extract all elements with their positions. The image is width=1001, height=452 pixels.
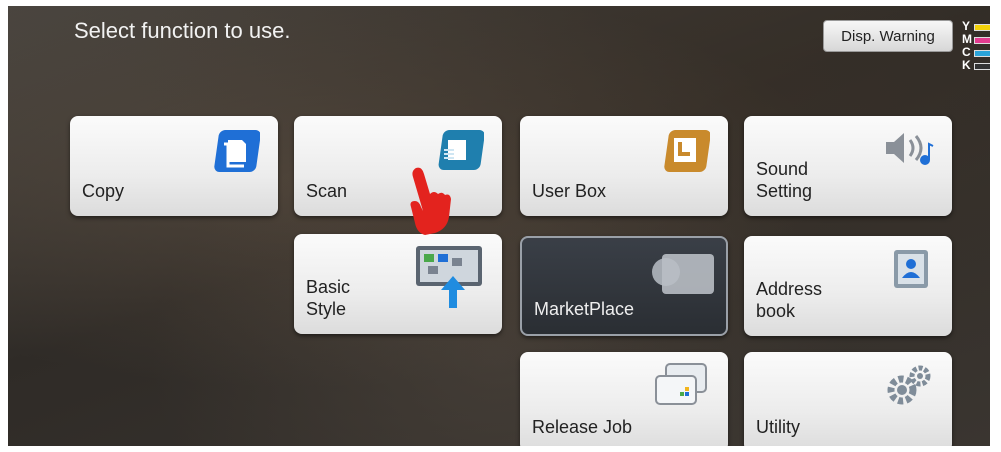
touch-screen: Select function to use. Disp. Warning Y … [8, 6, 990, 446]
speaker-icon [886, 133, 934, 165]
toner-letter: M [962, 32, 972, 46]
disp-warning-button[interactable]: Disp. Warning [823, 20, 953, 52]
gear-icon [887, 365, 931, 405]
toner-letter: C [962, 45, 971, 59]
scan-label: Scan [306, 181, 348, 201]
copy-icon [214, 130, 260, 172]
sound-setting-button[interactable]: Sound Setting [744, 116, 952, 216]
marketplace-label: MarketPlace [534, 299, 635, 319]
user-box-button[interactable]: User Box [520, 116, 728, 216]
basic-style-icon [416, 246, 482, 308]
copy-button[interactable]: Copy [70, 116, 278, 216]
sound-setting-label: Sound Setting [756, 159, 813, 201]
toner-bar-m [974, 37, 990, 44]
copy-label: Copy [82, 181, 125, 201]
basic-style-button[interactable]: Basic Style [294, 234, 502, 334]
utility-button[interactable]: Utility [744, 352, 952, 446]
toner-bar-y [974, 24, 990, 31]
address-book-label: Address book [756, 279, 823, 321]
marketplace-button[interactable]: MarketPlace [520, 236, 728, 336]
scan-button[interactable]: Scan [294, 116, 502, 216]
page-title: Select function to use. [74, 18, 291, 43]
utility-label: Utility [756, 417, 800, 437]
toner-k: K [960, 58, 990, 73]
release-job-button[interactable]: Release Job [520, 352, 728, 446]
user-box-label: User Box [532, 181, 607, 201]
pointing-hand-icon [410, 167, 451, 235]
address-book-button[interactable]: Address book [744, 236, 952, 336]
toner-bar-k [974, 63, 990, 70]
toner-indicator: Y M C K [960, 19, 990, 78]
release-job-label: Release Job [532, 417, 633, 437]
user-box-icon [664, 130, 710, 172]
marketplace-icon [652, 254, 714, 294]
toner-bar-c [974, 50, 990, 57]
release-job-icon [655, 363, 707, 405]
basic-style-label: Basic Style [306, 277, 351, 319]
address-book-icon [894, 250, 928, 288]
toner-letter: Y [962, 19, 971, 33]
toner-letter: K [962, 58, 971, 72]
